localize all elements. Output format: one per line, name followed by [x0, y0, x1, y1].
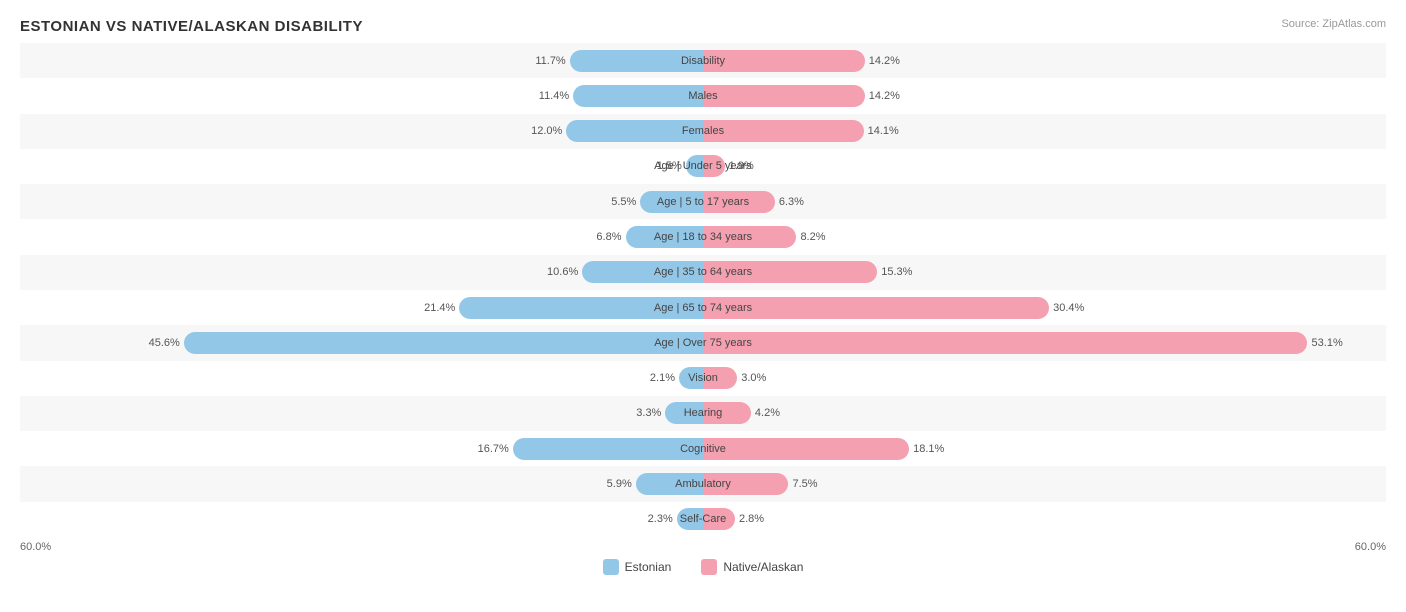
- bar-right: [703, 297, 1049, 319]
- val-left: 5.9%: [607, 478, 632, 490]
- chart-row: Age | 5 to 17 years5.5%6.3%: [20, 184, 1386, 219]
- legend-estonian: Estonian: [603, 559, 672, 575]
- val-left: 1.5%: [657, 160, 682, 172]
- chart-row: Age | Over 75 years45.6%53.1%: [20, 325, 1386, 360]
- val-left: 6.8%: [596, 231, 621, 243]
- legend: Estonian Native/Alaskan: [20, 559, 1386, 575]
- val-right: 15.3%: [881, 266, 912, 278]
- bar-right: [703, 261, 877, 283]
- val-right: 18.1%: [913, 443, 944, 455]
- bar-right: [703, 50, 865, 72]
- val-left: 11.7%: [535, 55, 565, 67]
- val-left: 12.0%: [531, 125, 562, 137]
- val-left: 5.5%: [611, 196, 636, 208]
- bar-right: [703, 120, 864, 142]
- val-right: 1.9%: [729, 160, 754, 172]
- bar-left: [626, 226, 703, 248]
- val-right: 3.0%: [741, 372, 766, 384]
- axis-left: 60.0%: [20, 541, 51, 553]
- legend-native: Native/Alaskan: [701, 559, 803, 575]
- val-right: 14.2%: [869, 90, 900, 102]
- bar-right: [703, 473, 788, 495]
- bar-left: [573, 85, 703, 107]
- bar-left: [640, 191, 703, 213]
- bar-left: [513, 438, 703, 460]
- chart-row: Males11.4%14.2%: [20, 78, 1386, 113]
- val-left: 45.6%: [149, 337, 180, 349]
- val-right: 14.2%: [869, 55, 900, 67]
- bar-left: [679, 367, 703, 389]
- chart-row: Ambulatory5.9%7.5%: [20, 466, 1386, 501]
- chart-container: ESTONIAN VS NATIVE/ALASKAN DISABILITY So…: [0, 0, 1406, 612]
- bar-left: [686, 155, 703, 177]
- val-left: 11.4%: [539, 90, 569, 102]
- chart-row: Females12.0%14.1%: [20, 114, 1386, 149]
- bar-right: [703, 155, 725, 177]
- bar-right: [703, 367, 737, 389]
- chart-row: Age | 18 to 34 years6.8%8.2%: [20, 219, 1386, 254]
- chart-row: Hearing3.3%4.2%: [20, 396, 1386, 431]
- chart-row: Age | 65 to 74 years21.4%30.4%: [20, 290, 1386, 325]
- chart-row: Cognitive16.7%18.1%: [20, 431, 1386, 466]
- chart-row: Age | Under 5 years1.5%1.9%: [20, 149, 1386, 184]
- chart-row: Vision2.1%3.0%: [20, 361, 1386, 396]
- bar-right: [703, 191, 775, 213]
- val-right: 4.2%: [755, 407, 780, 419]
- axis-labels: 60.0% 60.0%: [20, 541, 1386, 553]
- val-right: 14.1%: [868, 125, 899, 137]
- bar-left: [665, 402, 703, 424]
- val-left: 3.3%: [636, 407, 661, 419]
- bar-left: [582, 261, 703, 283]
- bar-right: [703, 226, 796, 248]
- val-right: 6.3%: [779, 196, 804, 208]
- legend-estonian-box: [603, 559, 619, 575]
- val-left: 21.4%: [424, 302, 455, 314]
- chart-row: Self-Care2.3%2.8%: [20, 502, 1386, 537]
- bar-right: [703, 332, 1307, 354]
- val-left: 16.7%: [478, 443, 509, 455]
- bar-left: [459, 297, 703, 319]
- chart-row: Age | 35 to 64 years10.6%15.3%: [20, 255, 1386, 290]
- legend-native-label: Native/Alaskan: [723, 560, 803, 574]
- val-right: 7.5%: [792, 478, 817, 490]
- val-left: 2.1%: [650, 372, 675, 384]
- legend-native-box: [701, 559, 717, 575]
- bar-right: [703, 85, 865, 107]
- bar-right: [703, 508, 735, 530]
- bar-left: [636, 473, 703, 495]
- val-right: 53.1%: [1312, 337, 1343, 349]
- bar-left: [184, 332, 703, 354]
- val-right: 8.2%: [800, 231, 825, 243]
- bar-left: [566, 120, 703, 142]
- source-label: Source: ZipAtlas.com: [1281, 18, 1386, 30]
- chart-row: Disability11.7%14.2%: [20, 43, 1386, 78]
- bar-right: [703, 438, 909, 460]
- bar-right: [703, 402, 751, 424]
- bar-left: [677, 508, 703, 530]
- chart-title: ESTONIAN VS NATIVE/ALASKAN DISABILITY: [20, 18, 1386, 35]
- val-right: 30.4%: [1053, 302, 1084, 314]
- axis-right: 60.0%: [1355, 541, 1386, 553]
- val-right: 2.8%: [739, 513, 764, 525]
- val-left: 2.3%: [648, 513, 673, 525]
- legend-estonian-label: Estonian: [625, 560, 672, 574]
- val-left: 10.6%: [547, 266, 578, 278]
- bars-area: Disability11.7%14.2%Males11.4%14.2%Femal…: [20, 43, 1386, 537]
- bar-left: [570, 50, 703, 72]
